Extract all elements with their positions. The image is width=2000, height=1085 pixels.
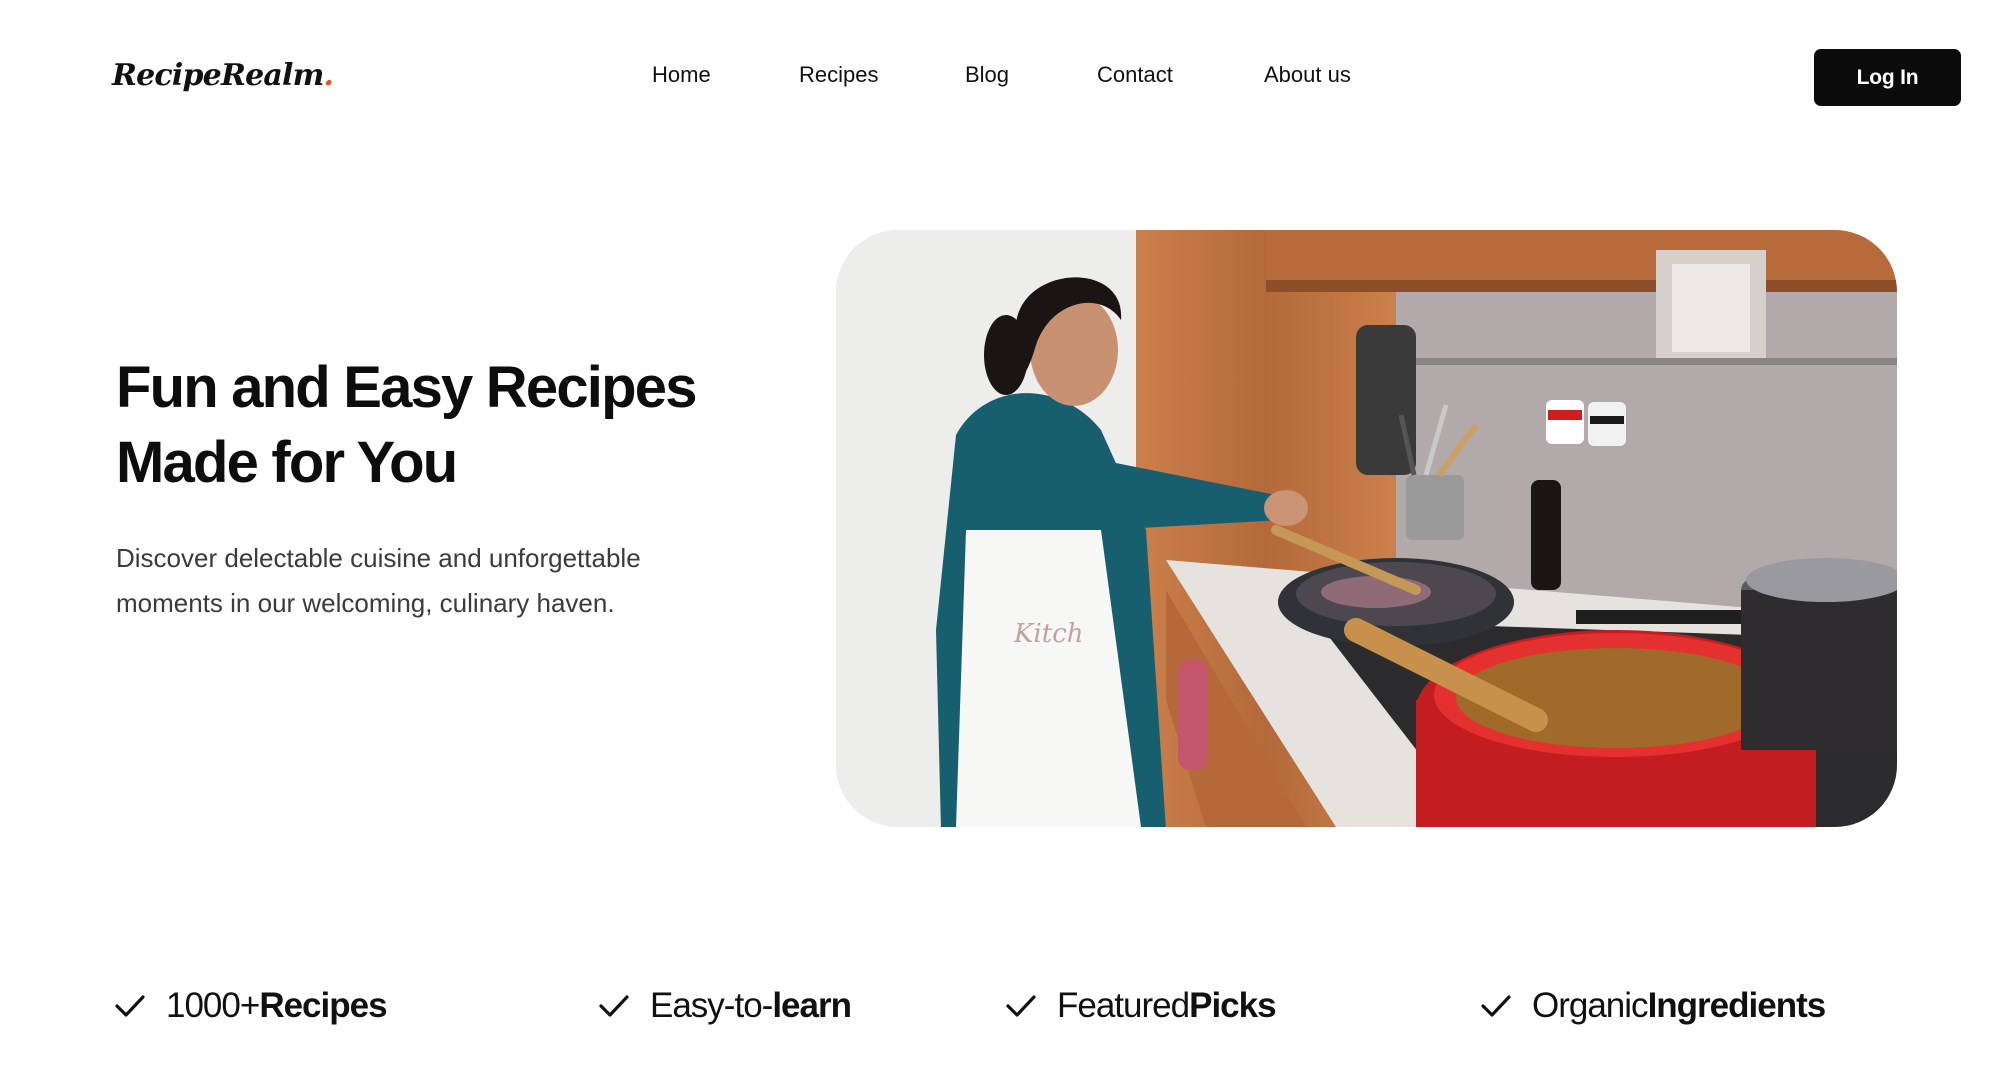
- feature-easy-to-learn: Easy-to-learn: [598, 984, 852, 1028]
- hero-title-line-1: Fun and Easy Recipes: [116, 355, 697, 420]
- feature-highlight: Recipes: [259, 986, 387, 1025]
- brand-name: RecipeRealm: [112, 58, 324, 93]
- feature-highlight: learn: [772, 986, 852, 1025]
- hero-image: Kitch: [836, 230, 1897, 827]
- feature-highlight: Ingredients: [1647, 986, 1827, 1025]
- nav-item-recipes[interactable]: Recipes: [799, 62, 878, 88]
- feature-highlight: Picks: [1189, 986, 1276, 1025]
- feature-recipes: 1000+ Recipes: [114, 984, 388, 1028]
- check-icon: [115, 995, 145, 1017]
- upper-cabinet: [1266, 230, 1897, 280]
- svg-text:Kitch: Kitch: [1013, 619, 1084, 649]
- hero-description-line-2: moments in our welcoming, culinary haven…: [116, 588, 615, 618]
- feature-featured-picks: Featured Picks: [1005, 984, 1277, 1028]
- hero-description-line-1: Discover delectable cuisine and unforget…: [116, 543, 641, 573]
- hero-title-line-2: Made for You: [116, 430, 458, 495]
- brand-logo[interactable]: RecipeRealm.: [112, 58, 334, 93]
- nav-item-contact[interactable]: Contact: [1097, 62, 1173, 88]
- brand-dot: .: [323, 58, 334, 93]
- feature-organic-ingredients: Organic Ingredients: [1480, 984, 1827, 1028]
- hero-description: Discover delectable cuisine and unforget…: [116, 536, 716, 626]
- nav-item-about-us[interactable]: About us: [1264, 62, 1351, 88]
- hero-title: Fun and Easy Recipes Made for You: [116, 350, 756, 500]
- check-icon: [1006, 995, 1036, 1017]
- feature-prefix: Easy-to-: [650, 986, 773, 1025]
- nav-item-home[interactable]: Home: [652, 62, 711, 88]
- feature-prefix: Organic: [1532, 986, 1649, 1025]
- feature-prefix: Featured: [1057, 986, 1190, 1025]
- check-icon: [599, 995, 629, 1017]
- feature-prefix: 1000+: [166, 986, 260, 1025]
- login-button[interactable]: Log In: [1814, 49, 1961, 106]
- check-icon: [1481, 995, 1511, 1017]
- nav-item-blog[interactable]: Blog: [965, 62, 1009, 88]
